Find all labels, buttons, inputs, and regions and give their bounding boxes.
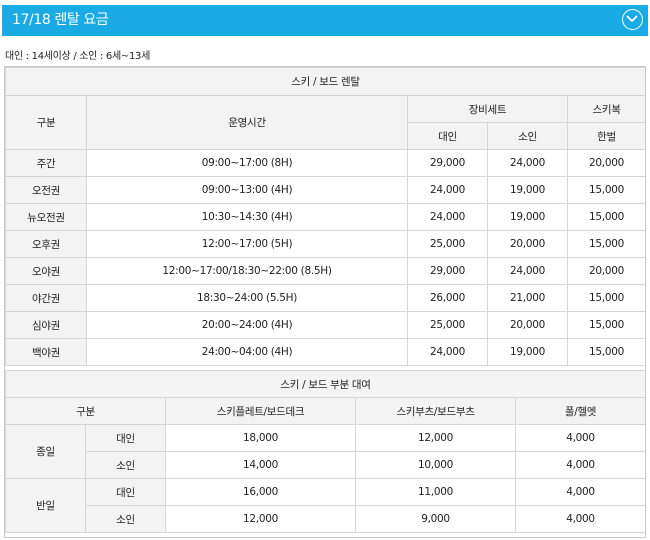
poles-price-cell: 4,000	[514, 451, 647, 479]
adult-price-cell: 25,000	[407, 230, 488, 258]
col-header-boots: 스키부츠/보드부츠	[355, 397, 516, 425]
row-label: 대인	[85, 424, 166, 452]
adult-price-cell: 25,000	[407, 311, 488, 339]
table-row: 뉴오전권 10:30~14:30 (4H) 24,000 19,000 15,0…	[5, 203, 647, 231]
hours-cell: 12:00~17:00 (5H)	[86, 230, 408, 258]
plate-price-cell: 16,000	[165, 478, 356, 506]
child-price-cell: 19,000	[487, 203, 568, 231]
adult-price-cell: 24,000	[407, 338, 488, 366]
boots-price-cell: 11,000	[355, 478, 516, 506]
row-label: 주간	[5, 149, 87, 177]
child-price-cell: 24,000	[487, 149, 568, 177]
col-header-category: 구분	[5, 397, 166, 425]
child-price-cell: 20,000	[487, 311, 568, 339]
row-label: 소인	[85, 505, 166, 533]
hours-cell: 20:00~24:00 (4H)	[86, 311, 408, 339]
suit-price-cell: 15,000	[566, 203, 647, 231]
adult-price-cell: 26,000	[407, 284, 488, 312]
col-header-hours: 운영시간	[86, 95, 408, 150]
child-price-cell: 21,000	[487, 284, 568, 312]
adult-price-cell: 29,000	[407, 149, 488, 177]
table-row: 반일 대인 16,000 11,000 4,000	[5, 478, 647, 533]
plate-price-cell: 12,000	[165, 505, 356, 533]
page-title: 17/18 렌탈 요금	[12, 12, 109, 28]
suit-price-cell: 20,000	[566, 257, 647, 285]
col-header-equipment-set: 장비세트	[407, 95, 568, 123]
plate-price-cell: 18,000	[165, 424, 356, 452]
hours-cell: 09:00~13:00 (4H)	[86, 176, 408, 204]
child-price-cell: 19,000	[487, 176, 568, 204]
boots-price-cell: 9,000	[355, 505, 516, 533]
hours-cell: 09:00~17:00 (8H)	[86, 149, 408, 177]
adult-price-cell: 29,000	[407, 257, 488, 285]
row-label: 대인	[85, 478, 166, 506]
col-header-child: 소인	[487, 122, 568, 150]
row-label: 오전권	[5, 176, 87, 204]
table-row: 종일 대인 18,000 12,000 4,000	[5, 424, 647, 479]
table-row: 주간 09:00~17:00 (8H) 29,000 24,000 20,000	[5, 149, 647, 177]
suit-price-cell: 15,000	[566, 338, 647, 366]
table-row: 오후권 12:00~17:00 (5H) 25,000 20,000 15,00…	[5, 230, 647, 258]
suit-price-cell: 15,000	[566, 230, 647, 258]
age-note: 대인 : 14세이상 / 소인 : 6세~13세	[5, 51, 150, 62]
row-label: 뉴오전권	[5, 203, 87, 231]
suit-price-cell: 20,000	[566, 149, 647, 177]
col-header-adult: 대인	[407, 122, 488, 150]
child-price-cell: 19,000	[487, 338, 568, 366]
col-header-ski-suit: 스키복	[566, 95, 647, 123]
row-label: 야간권	[5, 284, 87, 312]
group-label: 반일	[5, 478, 86, 533]
suit-price-cell: 15,000	[566, 284, 647, 312]
rental-table: 스키 / 보드 렌탈 구분 운영시간 장비세트 스키복 대인 소인 한벌 주간 …	[4, 67, 647, 366]
hours-cell: 18:30~24:00 (5.5H)	[86, 284, 408, 312]
col-header-one-set: 한벌	[566, 122, 647, 150]
hours-cell: 24:00~04:00 (4H)	[86, 338, 408, 366]
table-row: 심야권 20:00~24:00 (4H) 25,000 20,000 15,00…	[5, 311, 647, 339]
suit-price-cell: 15,000	[566, 176, 647, 204]
plate-price-cell: 14,000	[165, 451, 356, 479]
table-row: 오야권 12:00~17:00/18:30~22:00 (8.5H) 29,00…	[5, 257, 647, 285]
row-label: 백야권	[5, 338, 87, 366]
adult-price-cell: 24,000	[407, 203, 488, 231]
hours-cell: 12:00~17:00/18:30~22:00 (8.5H)	[86, 257, 408, 285]
poles-price-cell: 4,000	[514, 505, 647, 533]
col-header-poles: 폴/헬멧	[514, 397, 647, 425]
partial-rental-table: 스키 / 보드 부분 대여 구분 스키플레트/보드데크 스키부츠/보드부츠 폴/…	[4, 370, 647, 533]
col-header-plate: 스키플레트/보드데크	[165, 397, 356, 425]
row-label: 소인	[85, 451, 166, 479]
rental-table-title: 스키 / 보드 렌탈	[4, 67, 647, 96]
boots-price-cell: 10,000	[355, 451, 516, 479]
row-label: 오야권	[5, 257, 87, 285]
col-header-category: 구분	[5, 95, 87, 150]
adult-price-cell: 24,000	[407, 176, 488, 204]
table-row: 오전권 09:00~13:00 (4H) 24,000 19,000 15,00…	[5, 176, 647, 204]
group-label: 종일	[5, 424, 86, 479]
child-price-cell: 20,000	[487, 230, 568, 258]
collapse-toggle-button[interactable]	[622, 9, 643, 30]
partial-table-title: 스키 / 보드 부분 대여	[4, 370, 647, 398]
table-row: 소인 14,000 10,000 4,000	[6, 451, 647, 479]
suit-price-cell: 15,000	[566, 311, 647, 339]
row-label: 심야권	[5, 311, 87, 339]
chevron-down-icon	[626, 15, 638, 22]
section-header: 17/18 렌탈 요금	[2, 5, 648, 36]
poles-price-cell: 4,000	[514, 424, 647, 452]
boots-price-cell: 12,000	[355, 424, 516, 452]
table-row: 소인 12,000 9,000 4,000	[6, 505, 647, 533]
row-label: 오후권	[5, 230, 87, 258]
table-row: 야간권 18:30~24:00 (5.5H) 26,000 21,000 15,…	[5, 284, 647, 312]
table-row: 백야권 24:00~04:00 (4H) 24,000 19,000 15,00…	[5, 338, 647, 366]
hours-cell: 10:30~14:30 (4H)	[86, 203, 408, 231]
child-price-cell: 24,000	[487, 257, 568, 285]
poles-price-cell: 4,000	[514, 478, 647, 506]
